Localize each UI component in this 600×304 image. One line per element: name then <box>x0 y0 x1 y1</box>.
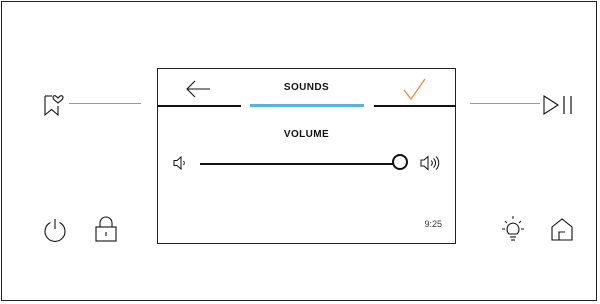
play-pause-icon[interactable] <box>542 94 576 116</box>
power-icon[interactable] <box>42 217 68 243</box>
speaker-low-icon[interactable] <box>172 155 188 171</box>
lock-icon[interactable] <box>94 215 118 243</box>
lightbulb-icon[interactable] <box>499 214 527 244</box>
clock-readout: 9:25 <box>424 219 442 229</box>
volume-slider-thumb[interactable] <box>392 154 408 170</box>
display-screen: SOUNDS VOLUME 9:25 <box>157 68 456 244</box>
volume-slider-track[interactable] <box>200 163 400 165</box>
checkmark-icon[interactable] <box>402 77 426 101</box>
speaker-high-icon[interactable] <box>419 154 441 172</box>
device-panel: SOUNDS VOLUME 9:25 <box>1 1 597 301</box>
header-divider-left <box>158 105 241 107</box>
bookmark-heart-icon[interactable] <box>42 93 66 117</box>
screen-header: SOUNDS <box>158 69 456 109</box>
connector-line-left <box>69 103 141 104</box>
header-divider-right <box>374 105 456 107</box>
active-tab-indicator <box>250 104 364 107</box>
connector-line-right <box>470 103 540 104</box>
volume-label: VOLUME <box>283 129 330 140</box>
home-icon[interactable] <box>549 216 575 242</box>
